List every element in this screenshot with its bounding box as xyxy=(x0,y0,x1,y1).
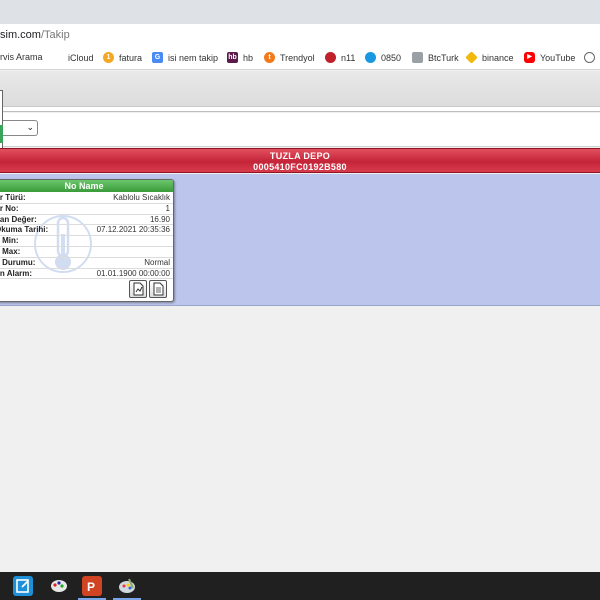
filter-row: ⌄ xyxy=(0,113,600,147)
sensor-row-alarm-status: n Durumu: Normal xyxy=(0,258,173,269)
translate-icon: G xyxy=(152,52,163,63)
powerpoint-icon[interactable]: P xyxy=(82,576,102,596)
side-menu-active-item[interactable] xyxy=(0,125,3,143)
bookmark-btcturk[interactable]: BtcTurk xyxy=(412,52,459,63)
bookmark-servis-arama[interactable]: rvis Arama xyxy=(0,52,43,62)
url-path: /Takip xyxy=(40,29,70,41)
hb-icon: hb xyxy=(227,52,238,63)
bookmark-label: fatura xyxy=(119,52,143,63)
bookmark-label: rvis Arama xyxy=(0,52,43,62)
bookmark-label: binance xyxy=(482,52,514,63)
bookmark-label: iCloud xyxy=(68,52,94,63)
bookmark-trendyol[interactable]: t Trendyol xyxy=(264,52,315,63)
bookmark-binance[interactable]: binance xyxy=(465,51,514,64)
row-value: 16.90 xyxy=(149,214,170,224)
ladybug-icon xyxy=(325,52,336,63)
chevron-down-icon: ⌄ xyxy=(26,122,34,132)
bookmark-hb[interactable]: hb hb xyxy=(227,52,253,63)
svg-text:P: P xyxy=(87,580,95,594)
row-label: n Durumu: xyxy=(0,257,36,267)
bookmark-fatura[interactable]: 1 fatura xyxy=(103,52,142,63)
youtube-icon: ▶ xyxy=(524,52,535,63)
sensor-row-last-alarm: on Alarm: 01.01.1900 00:00:00 xyxy=(0,269,173,280)
palette-icon[interactable] xyxy=(117,576,137,596)
row-value: 07.12.2021 20:35:36 xyxy=(96,225,170,235)
sensor-row-alarm-max: n Max: xyxy=(0,247,173,258)
bookmark-label: hb xyxy=(243,52,254,63)
bookmark-label: Trendyol xyxy=(280,52,315,63)
binance-icon xyxy=(465,51,478,64)
bookmark-label: YouTube xyxy=(540,52,576,63)
bookmark-youtube[interactable]: ▶ YouTube xyxy=(524,52,575,63)
bookmark-0850[interactable]: 0850 xyxy=(365,52,401,63)
sensor-row-number: ör No: 1 xyxy=(0,204,173,215)
bookmarks-bar: rvis Arama iCloud 1 fatura G isi nem tak… xyxy=(0,48,600,70)
depot-header: TUZLA DEPO 0005410FC0192B580 xyxy=(0,148,600,173)
url-domain: sim.com xyxy=(0,29,41,41)
row-value: 01.01.1900 00:00:00 xyxy=(96,268,170,278)
row-label: nan Değer: xyxy=(0,214,37,224)
bookmark-globe[interactable] xyxy=(584,52,595,63)
bookmark-icloud[interactable]: iCloud xyxy=(52,52,94,63)
row-label: ör Türü: xyxy=(0,193,26,202)
toolbar-divider xyxy=(0,107,600,112)
browser-tab-strip xyxy=(0,0,600,24)
depot-name: TUZLA DEPO xyxy=(269,151,331,161)
paint-icon[interactable] xyxy=(49,576,69,596)
document-icon xyxy=(153,282,164,296)
sensor-card[interactable]: No Name ör Türü: Kablolu Sıcaklık ör No:… xyxy=(0,179,174,302)
chart-report-button[interactable] xyxy=(129,280,147,298)
cloud-icon xyxy=(365,52,376,63)
depot-id: 0005410FC0192B580 xyxy=(253,162,347,172)
row-label: ör No: xyxy=(0,203,19,213)
note-icon[interactable] xyxy=(13,576,33,596)
app-toolbar xyxy=(0,71,600,107)
fatura-icon: 1 xyxy=(103,52,114,63)
row-value: Normal xyxy=(144,257,170,267)
report-button[interactable] xyxy=(149,280,167,298)
apple-icon xyxy=(52,52,63,63)
row-label: Okuma Tarihi: xyxy=(0,225,49,235)
filter-select[interactable]: ⌄ xyxy=(0,120,38,136)
bookmark-label: 0850 xyxy=(381,52,402,63)
taskbar: P xyxy=(0,572,600,600)
sensor-card-title: No Name xyxy=(0,180,173,192)
trendyol-icon: t xyxy=(264,52,275,63)
bookmark-label: n11 xyxy=(341,52,356,63)
globe-icon xyxy=(584,52,595,63)
bookmark-label: BtcTurk xyxy=(428,52,459,63)
bookmark-label: isi nem takip xyxy=(168,52,219,63)
sensor-row-type: ör Türü: Kablolu Sıcaklık xyxy=(0,193,173,204)
url-text[interactable]: sim.com/Takip xyxy=(0,29,70,41)
bookmark-n11[interactable]: n11 xyxy=(325,52,355,63)
row-value: 1 xyxy=(165,203,170,213)
sensor-row-last-read: Okuma Tarihi: 07.12.2021 20:35:36 xyxy=(0,225,173,237)
sensor-row-alarm-min: n Min: xyxy=(0,236,173,247)
btcturk-icon xyxy=(412,52,423,63)
row-label: n Max: xyxy=(0,246,21,256)
sensor-row-current-value: nan Değer: 16.90 xyxy=(0,215,173,226)
row-label: on Alarm: xyxy=(0,268,33,278)
row-value: Kablolu Sıcaklık xyxy=(113,193,170,202)
address-bar[interactable]: sim.com/Takip xyxy=(0,24,600,48)
row-label: n Min: xyxy=(0,236,19,246)
bookmark-isi-nem-takip[interactable]: G isi nem takip xyxy=(152,52,218,63)
sensor-details: ör Türü: Kablolu Sıcaklık ör No: 1 nan D… xyxy=(0,192,173,280)
chart-document-icon xyxy=(133,282,144,296)
